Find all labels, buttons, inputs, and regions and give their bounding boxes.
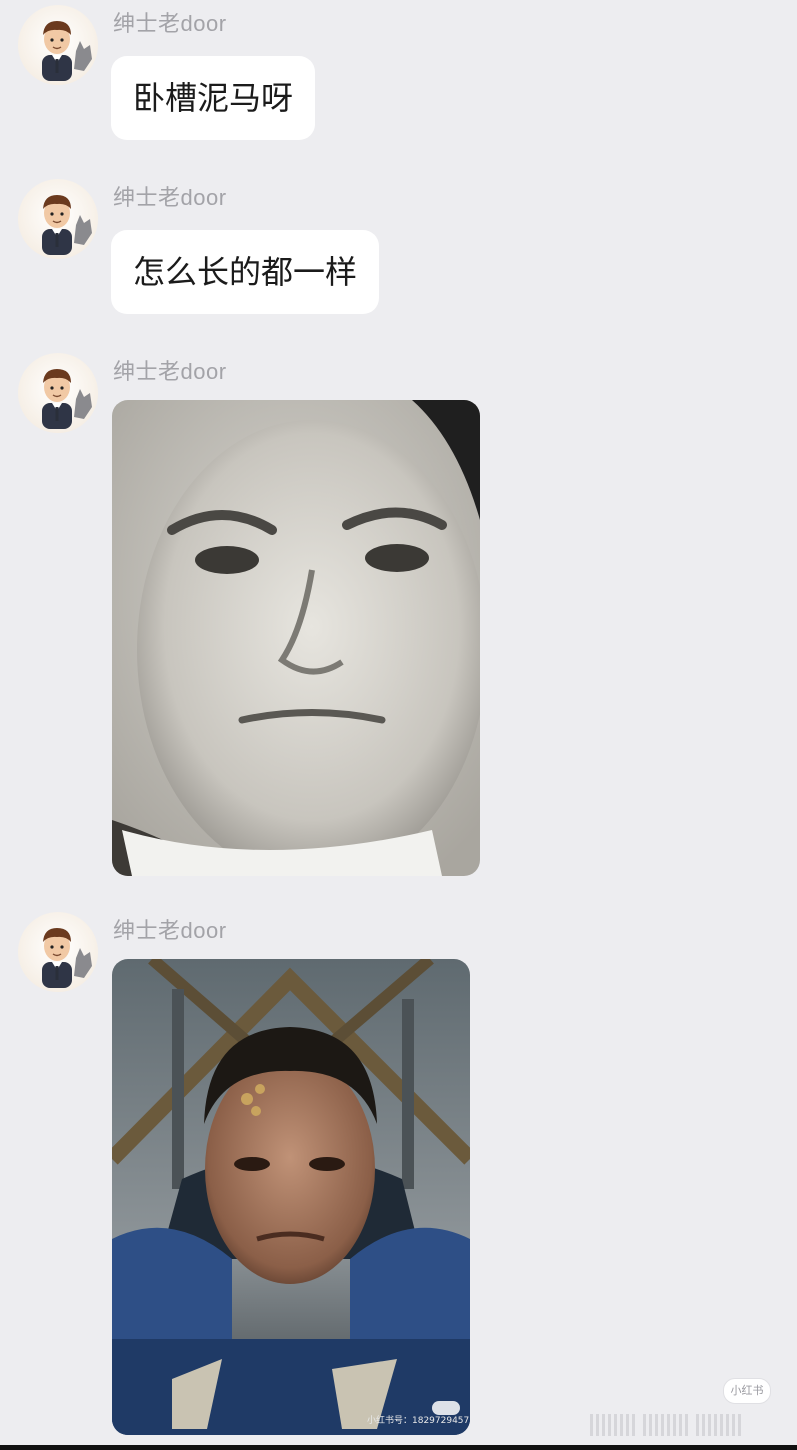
avatar[interactable] [18,179,98,259]
message-bubble[interactable]: 怎么长的都一样 [111,230,380,314]
image-message[interactable]: 小红书号：1829729457 [112,959,470,1435]
avatar[interactable] [18,5,98,85]
xiaohongshu-badge: 小红书 [723,1378,771,1404]
armored-soldier-portrait-photo-icon [112,959,470,1435]
sender-name: 绅士老door [113,359,227,384]
bottom-edge [0,1445,797,1450]
bottom-scrollbar [590,1410,795,1440]
image-watermark: 小红书号：1829729457 [367,1416,470,1426]
gentleman-avatar-icon [42,21,92,81]
message-bubble[interactable]: 卧槽泥马呀 [111,56,316,140]
gentleman-avatar-icon [42,369,92,429]
image-message[interactable] [112,400,480,876]
vintage-portrait-photo-icon [112,400,480,876]
gentleman-avatar-icon [42,195,92,255]
gentleman-avatar-icon [42,928,92,988]
sender-name: 绅士老door [113,918,227,943]
sender-name: 绅士老door [113,185,227,210]
avatar[interactable] [18,912,98,992]
sender-name: 绅士老door [113,11,227,36]
avatar[interactable] [18,353,98,433]
